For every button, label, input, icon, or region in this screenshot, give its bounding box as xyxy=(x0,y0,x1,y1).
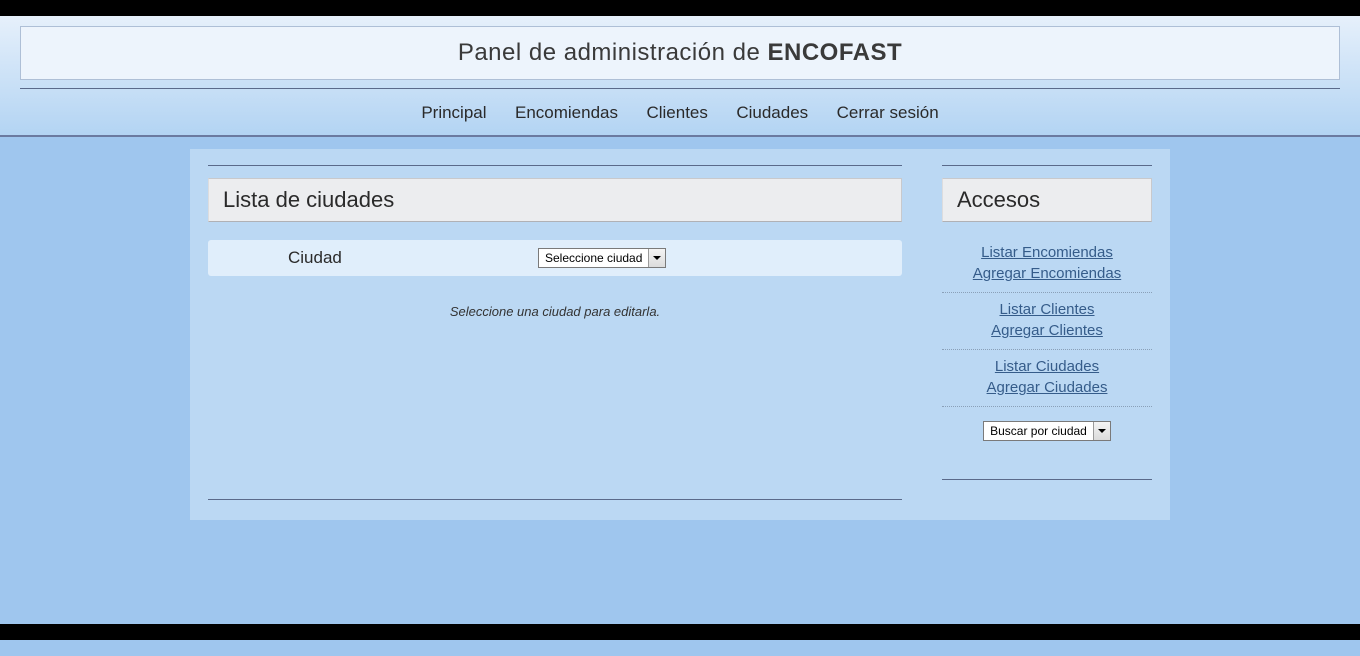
nav-encomiendas[interactable]: Encomiendas xyxy=(515,103,618,123)
link-agregar-encomiendas[interactable]: Agregar Encomiendas xyxy=(942,263,1152,284)
sidebar-rule-bottom xyxy=(942,479,1152,480)
accesos-group-ciudades: Listar Ciudades Agregar Ciudades xyxy=(942,350,1152,407)
nav-principal[interactable]: Principal xyxy=(421,103,486,123)
search-by-city-select[interactable]: Buscar por ciudad xyxy=(983,421,1111,441)
accesos-list: Listar Encomiendas Agregar Encomiendas L… xyxy=(942,236,1152,407)
main-column: Lista de ciudades Ciudad Seleccione ciud… xyxy=(208,165,902,500)
city-select-value: Seleccione ciudad xyxy=(539,249,648,267)
header-panel: Panel de administración de ENCOFAST Prin… xyxy=(0,16,1360,137)
app-title: Panel de administración de ENCOFAST xyxy=(21,39,1339,67)
link-listar-clientes[interactable]: Listar Clientes xyxy=(942,299,1152,320)
main-nav: Principal Encomiendas Clientes Ciudades … xyxy=(20,103,1340,123)
city-label: Ciudad xyxy=(218,248,438,268)
nav-clientes[interactable]: Clientes xyxy=(646,103,707,123)
chevron-down-icon xyxy=(648,249,665,267)
sidebar-heading: Accesos xyxy=(942,178,1152,222)
accesos-group-clientes: Listar Clientes Agregar Clientes xyxy=(942,293,1152,350)
nav-logout[interactable]: Cerrar sesión xyxy=(837,103,939,123)
content-wrap: Lista de ciudades Ciudad Seleccione ciud… xyxy=(190,149,1170,520)
search-select-value: Buscar por ciudad xyxy=(984,422,1093,440)
header-rule xyxy=(20,88,1340,89)
sidebar-rule-top xyxy=(942,165,1152,166)
accesos-group-encomiendas: Listar Encomiendas Agregar Encomiendas xyxy=(942,236,1152,293)
window-top-bar xyxy=(0,0,1360,16)
app-title-brand: ENCOFAST xyxy=(768,39,903,66)
link-agregar-clientes[interactable]: Agregar Clientes xyxy=(942,320,1152,341)
link-agregar-ciudades[interactable]: Agregar Ciudades xyxy=(942,377,1152,398)
sidebar-column: Accesos Listar Encomiendas Agregar Encom… xyxy=(942,165,1152,500)
city-form-row: Ciudad Seleccione ciudad xyxy=(208,240,902,276)
city-select[interactable]: Seleccione ciudad xyxy=(538,248,666,268)
nav-ciudades[interactable]: Ciudades xyxy=(736,103,808,123)
app-title-prefix: Panel de administración de xyxy=(458,39,768,66)
link-listar-ciudades[interactable]: Listar Ciudades xyxy=(942,356,1152,377)
main-rule-bottom xyxy=(208,499,902,500)
app-title-box: Panel de administración de ENCOFAST xyxy=(20,26,1340,80)
link-listar-encomiendas[interactable]: Listar Encomiendas xyxy=(942,242,1152,263)
window-bottom-bar xyxy=(0,624,1360,640)
main-heading: Lista de ciudades xyxy=(208,178,902,222)
main-rule-top xyxy=(208,165,902,166)
chevron-down-icon xyxy=(1093,422,1110,440)
edit-hint: Seleccione una ciudad para editarla. xyxy=(208,304,902,319)
